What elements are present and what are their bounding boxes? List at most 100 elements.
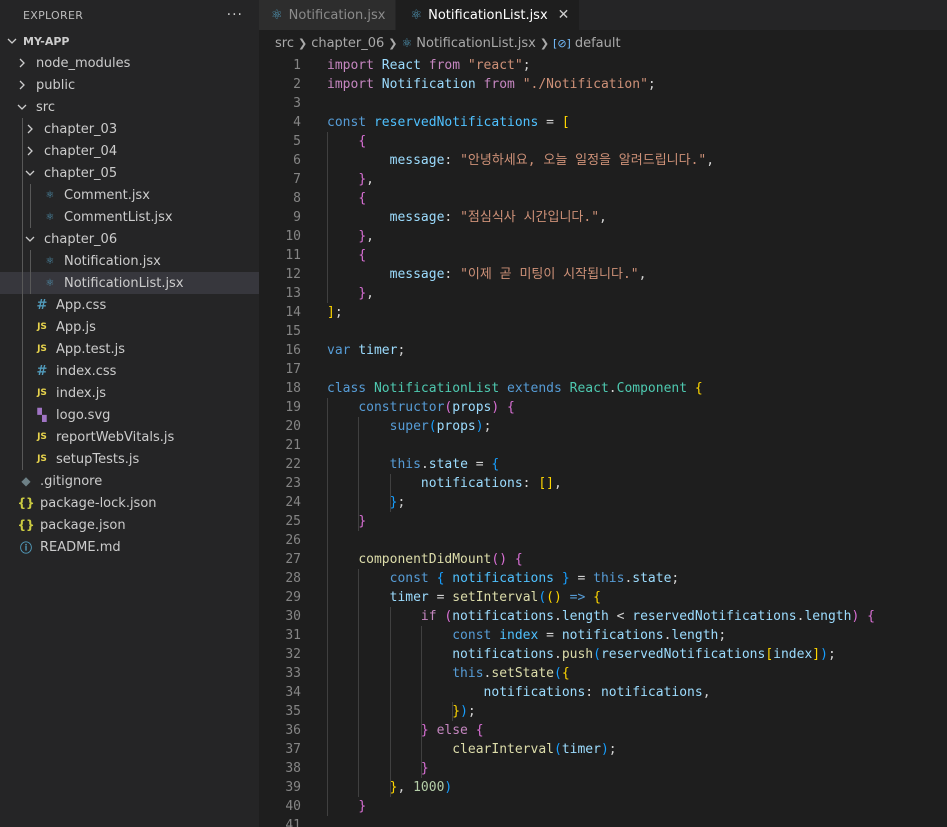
code-line: 15 xyxy=(259,322,947,341)
code-token: = xyxy=(467,457,492,472)
code-token: () xyxy=(491,552,508,567)
line-text: var timer; xyxy=(327,341,405,360)
code-token: . xyxy=(608,381,617,396)
code-token: } xyxy=(358,799,367,814)
code-line: 1 import React from "react"; xyxy=(259,56,947,75)
indent-guide xyxy=(30,206,31,228)
tree-file[interactable]: {} package.json xyxy=(0,514,259,536)
code-line: 39 }, 1000) xyxy=(259,778,947,797)
line-number: 12 xyxy=(285,267,301,282)
code-token: ; xyxy=(671,571,680,586)
tree-folder[interactable]: chapter_04 xyxy=(0,140,259,162)
tree-file[interactable]: ⚛ CommentList.jsx xyxy=(0,206,259,228)
code-token: setInterval xyxy=(452,590,539,605)
close-icon[interactable]: ✕ xyxy=(558,7,570,23)
line-number: 41 xyxy=(285,818,301,827)
code-token: , xyxy=(599,210,607,225)
line-number: 34 xyxy=(285,685,301,700)
code-token: componentDidMount xyxy=(358,552,492,567)
tree-file[interactable]: # App.css xyxy=(0,294,259,316)
line-text: const { notifications } = this.state; xyxy=(327,569,680,588)
code-line: 12 message: "이제 곧 미팅이 시작됩니다.", xyxy=(259,265,947,284)
line-number: 30 xyxy=(285,609,301,624)
code-token: = xyxy=(538,628,562,643)
tree-item-label: index.css xyxy=(56,363,117,379)
code-token: message xyxy=(389,267,445,282)
code-line: 8 { xyxy=(259,189,947,208)
code-token: } xyxy=(358,229,367,244)
line-number: 27 xyxy=(285,552,301,567)
react-icon: ⚛ xyxy=(401,36,413,50)
code-indent-guide xyxy=(358,417,360,531)
line-number: 2 xyxy=(293,77,301,92)
code-token: if xyxy=(420,609,437,624)
tree-item-label: App.test.js xyxy=(56,341,126,357)
code-token: "점심식사 시간입니다." xyxy=(460,210,600,225)
tree-file[interactable]: ⚛ Comment.jsx xyxy=(0,184,259,206)
tree-file[interactable]: ⚛ Notification.jsx xyxy=(0,250,259,272)
code-token: this xyxy=(452,666,484,681)
tree-file[interactable]: {} package-lock.json xyxy=(0,492,259,514)
breadcrumb-symbol[interactable]: default xyxy=(575,36,621,51)
code-indent-guide xyxy=(358,569,360,797)
line-text: }, xyxy=(327,227,374,246)
code-token: { xyxy=(694,381,703,396)
chevron-down-icon xyxy=(14,102,30,112)
tree-folder[interactable]: node_modules xyxy=(0,52,259,74)
tab-bar: ⚛ Notification.jsx ⚛ NotificationList.js… xyxy=(259,0,947,30)
breadcrumb-file[interactable]: NotificationList.jsx xyxy=(416,36,536,51)
code-token: = xyxy=(569,571,594,586)
tree-file[interactable]: ◆ .gitignore xyxy=(0,470,259,492)
tree-folder[interactable]: chapter_05 xyxy=(0,162,259,184)
line-text: const reservedNotifications = [ xyxy=(327,113,570,132)
js-file-icon: JS xyxy=(37,388,47,398)
code-token: : xyxy=(444,153,461,168)
tree-file[interactable]: JS setupTests.js xyxy=(0,448,259,470)
code-token: notifications xyxy=(420,476,523,491)
tree-file[interactable]: JS App.test.js xyxy=(0,338,259,360)
line-text: } else { xyxy=(327,721,484,740)
tree-file[interactable]: JS index.js xyxy=(0,382,259,404)
indent-guide xyxy=(22,118,23,140)
code-editor[interactable]: 1 import React from "react"; 2 import Notif… xyxy=(259,56,947,827)
tree-file[interactable]: ▚ logo.svg xyxy=(0,404,259,426)
code-indent-guide xyxy=(420,626,422,778)
breadcrumb-folder[interactable]: chapter_06 xyxy=(311,36,384,51)
tree-folder[interactable]: public xyxy=(0,74,259,96)
line-text: } xyxy=(327,797,366,816)
tree-folder[interactable]: src xyxy=(0,96,259,118)
tree-item-label: chapter_03 xyxy=(44,121,118,137)
tab-notification[interactable]: ⚛ Notification.jsx xyxy=(259,0,397,30)
tree-file[interactable]: ⚛ NotificationList.jsx xyxy=(0,272,259,294)
indent-guide xyxy=(22,360,23,382)
code-line: 10 }, xyxy=(259,227,947,246)
code-token: ; xyxy=(647,77,656,92)
indent-guide xyxy=(22,140,23,162)
tree-folder[interactable]: chapter_03 xyxy=(0,118,259,140)
line-number: 35 xyxy=(285,704,301,719)
code-token: state xyxy=(428,457,468,472)
tree-file[interactable]: JS reportWebVitals.js xyxy=(0,426,259,448)
line-text: }, xyxy=(327,170,374,189)
line-text: notifications: notifications, xyxy=(327,683,711,702)
breadcrumb-src[interactable]: src xyxy=(275,36,294,51)
more-actions-icon[interactable]: ··· xyxy=(227,7,243,23)
tab-notificationlist[interactable]: ⚛ NotificationList.jsx ✕ xyxy=(396,0,581,30)
tree-file[interactable]: ⓘ README.md xyxy=(0,536,259,558)
code-token: ) xyxy=(600,742,609,757)
code-token: . xyxy=(553,609,562,624)
code-token: else xyxy=(436,723,468,738)
tree-folder[interactable]: chapter_06 xyxy=(0,228,259,250)
project-section-header[interactable]: MY-APP xyxy=(0,30,259,52)
tree-file[interactable]: # index.css xyxy=(0,360,259,382)
code-token: { xyxy=(593,590,601,605)
code-token: setState xyxy=(491,666,554,681)
tree-file[interactable]: JS App.js xyxy=(0,316,259,338)
tree-item-label: chapter_05 xyxy=(44,165,118,181)
